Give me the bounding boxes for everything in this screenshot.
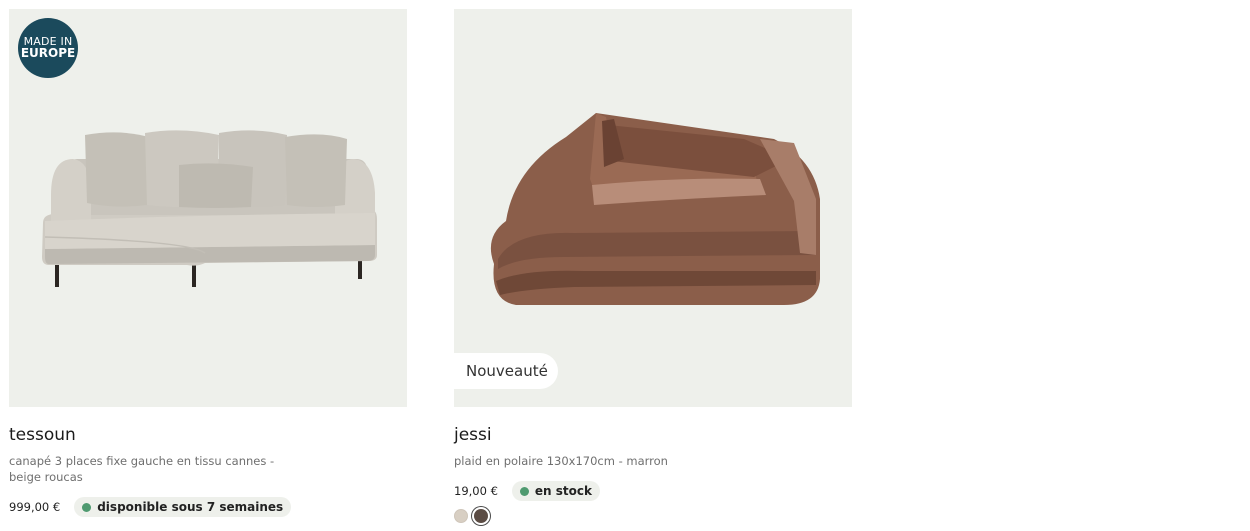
made-in-europe-badge: MADE IN EUROPE [18,18,78,78]
availability-dot-icon [519,486,529,496]
availability-text: disponible sous 7 semaines [97,500,284,514]
product-price: 19,00 € [454,484,498,498]
product-description: canapé 3 places fixe gauche en tissu can… [9,454,275,484]
product-image-blanket[interactable]: Nouveauté [454,9,852,407]
price-availability-row: 999,00 € disponible sous 7 semaines [9,497,407,517]
product-name[interactable]: jessi [454,425,852,445]
product-name[interactable]: tessoun [9,425,407,445]
product-card-tessoun[interactable]: MADE IN EUROPE tessoun canapé 3 places f… [9,9,407,517]
availability-badge: disponible sous 7 semaines [74,497,292,517]
blanket-illustration [490,113,820,305]
product-image-sofa[interactable]: MADE IN EUROPE [9,9,407,407]
price-availability-row: 19,00 € en stock [454,481,852,501]
product-price: 999,00 € [9,500,61,514]
color-swatches [454,509,852,523]
swatch-beige[interactable] [454,509,468,523]
availability-text: en stock [534,484,592,498]
product-card-jessi[interactable]: Nouveauté jessi plaid en polaire 130x170… [454,9,852,523]
new-product-badge: Nouveauté [454,353,558,389]
product-description: plaid en polaire 130x170cm - marron [454,454,668,468]
badge-line-2: EUROPE [20,46,76,61]
availability-dot-icon [82,502,92,512]
swatch-brown-selected[interactable] [474,509,488,523]
availability-badge: en stock [511,481,600,501]
